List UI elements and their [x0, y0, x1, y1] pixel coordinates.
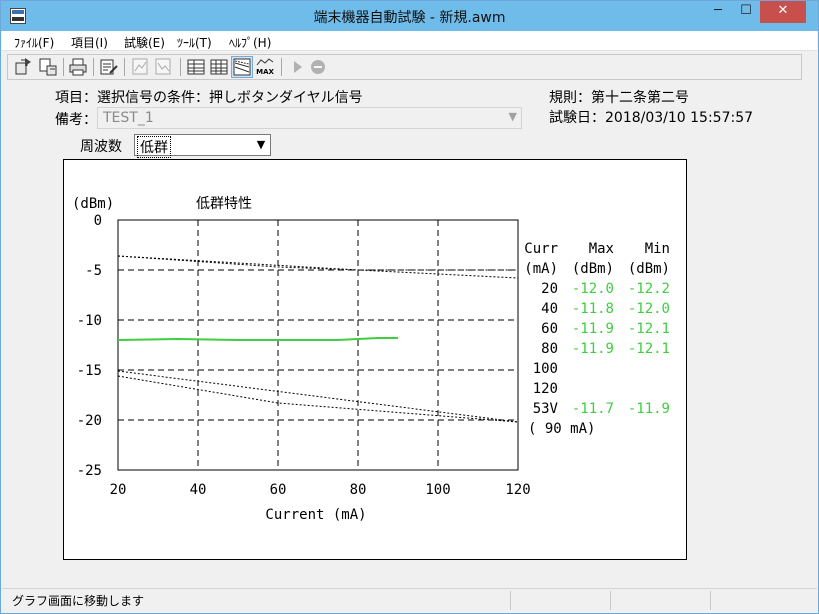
status-text: グラフ画面に移動します	[12, 594, 145, 608]
table-icon[interactable]	[186, 57, 206, 77]
table-header: Max	[589, 241, 614, 257]
edit-icon[interactable]	[99, 57, 119, 77]
graph-icon[interactable]	[231, 56, 253, 78]
limit-line	[117, 370, 519, 423]
table-header: Min	[645, 241, 670, 257]
x-tick-label: 100	[425, 482, 450, 498]
remark-label: 備考：	[55, 112, 97, 128]
y-tick-label: 0	[94, 213, 102, 229]
x-axis-label: Current (mA)	[265, 507, 366, 523]
menu-test[interactable]: 試験(E)	[124, 34, 165, 51]
toolbar-separator	[180, 58, 181, 76]
play-icon[interactable]	[287, 57, 307, 77]
title-bar[interactable]: 端末機器自動試験 - 新規.awm ─ ☐ ✕	[1, 1, 818, 31]
x-tick-label: 120	[505, 482, 530, 498]
compare-icon[interactable]	[131, 57, 151, 77]
chevron-down-icon: ▼	[508, 110, 517, 123]
x-tick-label: 20	[110, 482, 127, 498]
menu-file[interactable]: ﾌｧｲﾙ(F)	[14, 34, 54, 51]
table-min-cell: -12.1	[628, 341, 670, 357]
toolbar-separator	[281, 58, 282, 76]
print-icon[interactable]	[68, 57, 88, 77]
minimize-button[interactable]: ─	[704, 1, 732, 23]
frequency-label: 周波数	[80, 139, 122, 155]
toolbar-separator	[63, 58, 64, 76]
stop-icon[interactable]	[308, 57, 328, 77]
measurement-line	[117, 337, 398, 341]
table-max-cell: -11.9	[572, 341, 614, 357]
test-item-label: 項目：選択信号の条件：押しボタンダイヤル信号	[55, 90, 363, 106]
table-current-cell: 20	[541, 281, 558, 297]
y-tick-label: -20	[77, 413, 102, 429]
table-max-cell: -11.7	[572, 401, 614, 417]
table-current-cell: 100	[533, 361, 558, 377]
table-current-cell: 53V	[533, 401, 559, 417]
menu-item[interactable]: 項目(I)	[71, 34, 108, 51]
menu-tools[interactable]: ﾂｰﾙ(T)	[177, 34, 212, 51]
menu-bar: ﾌｧｲﾙ(F) 項目(I) 試験(E) ﾂｰﾙ(T) ﾍﾙﾌﾟ(H)	[2, 31, 817, 51]
status-divider	[610, 591, 611, 610]
table-min-cell: -11.9	[628, 401, 670, 417]
remark-field[interactable]: TEST_1 ▼	[97, 107, 522, 129]
status-divider	[710, 591, 711, 610]
compare-alt-icon[interactable]	[154, 57, 174, 77]
limit-line	[117, 375, 519, 423]
y-tick-label: -25	[77, 463, 102, 479]
table-header: (dBm)	[572, 261, 614, 277]
toolbar-separator	[93, 58, 94, 76]
x-tick-label: 60	[270, 482, 287, 498]
table-current-cell: 120	[533, 381, 558, 397]
table-header: (mA)	[524, 261, 558, 277]
test-date-label: 試験日：2018/03/10 15:57:57	[549, 110, 754, 126]
maximize-button[interactable]: ☐	[732, 1, 760, 23]
toolbar: MAX	[7, 54, 802, 80]
table-min-cell: -12.2	[628, 281, 670, 297]
y-tick-label: -15	[77, 363, 102, 379]
y-axis-label: (dBm)	[72, 196, 114, 212]
toolbar-separator	[124, 58, 125, 76]
graph-panel[interactable]: (dBm) 低群特性 Current (mA) 20 40 60 80 100 120 0 -…	[63, 159, 687, 560]
chevron-down-icon[interactable]: ▼	[252, 135, 270, 155]
status-divider	[510, 591, 511, 610]
chart-title: 低群特性	[196, 196, 252, 212]
x-tick-label: 80	[350, 482, 367, 498]
x-tick-label: 40	[190, 482, 207, 498]
plot-area	[117, 219, 519, 471]
table-current-cell: 80	[541, 341, 558, 357]
table-header: (dBm)	[628, 261, 670, 277]
max-icon-label: MAX	[256, 68, 274, 76]
limit-line	[117, 255, 518, 271]
table-max-cell: -12.0	[572, 281, 614, 297]
close-button[interactable]: ✕	[760, 1, 806, 23]
y-tick-label: -5	[85, 263, 102, 279]
status-bar: グラフ画面に移動します	[2, 588, 817, 612]
table-current-cell: 40	[541, 301, 558, 317]
table-max-cell: -11.8	[572, 301, 614, 317]
open-icon[interactable]	[14, 57, 34, 77]
characteristics-chart: (dBm) 低群特性 Current (mA) 20 40 60 80 100 120 0 -…	[72, 196, 670, 523]
y-tick-label: -10	[77, 313, 102, 329]
app-window: 端末機器自動試験 - 新規.awm ─ ☐ ✕ ﾌｧｲﾙ(F) 項目(I) 試験…	[0, 0, 819, 614]
max-icon[interactable]: MAX	[255, 57, 275, 77]
table-header: Curr	[524, 241, 558, 257]
save-icon[interactable]	[38, 57, 58, 77]
menu-help[interactable]: ﾍﾙﾌﾟ(H)	[229, 34, 271, 51]
table-alt-icon[interactable]	[209, 57, 229, 77]
frequency-select[interactable]: 低群 ▼	[134, 134, 271, 158]
table-min-cell: -12.1	[628, 321, 670, 337]
table-current-cell: 60	[541, 321, 558, 337]
table-max-cell: -11.9	[572, 321, 614, 337]
window-title: 端末機器自動試験 - 新規.awm	[313, 10, 506, 26]
frequency-value: 低群	[137, 136, 171, 158]
table-footer: ( 90 mA)	[528, 421, 595, 437]
table-min-cell: -12.0	[628, 301, 670, 317]
remark-value: TEST_1	[103, 110, 154, 126]
rule-label: 規則：第十二条第二号	[549, 90, 689, 106]
